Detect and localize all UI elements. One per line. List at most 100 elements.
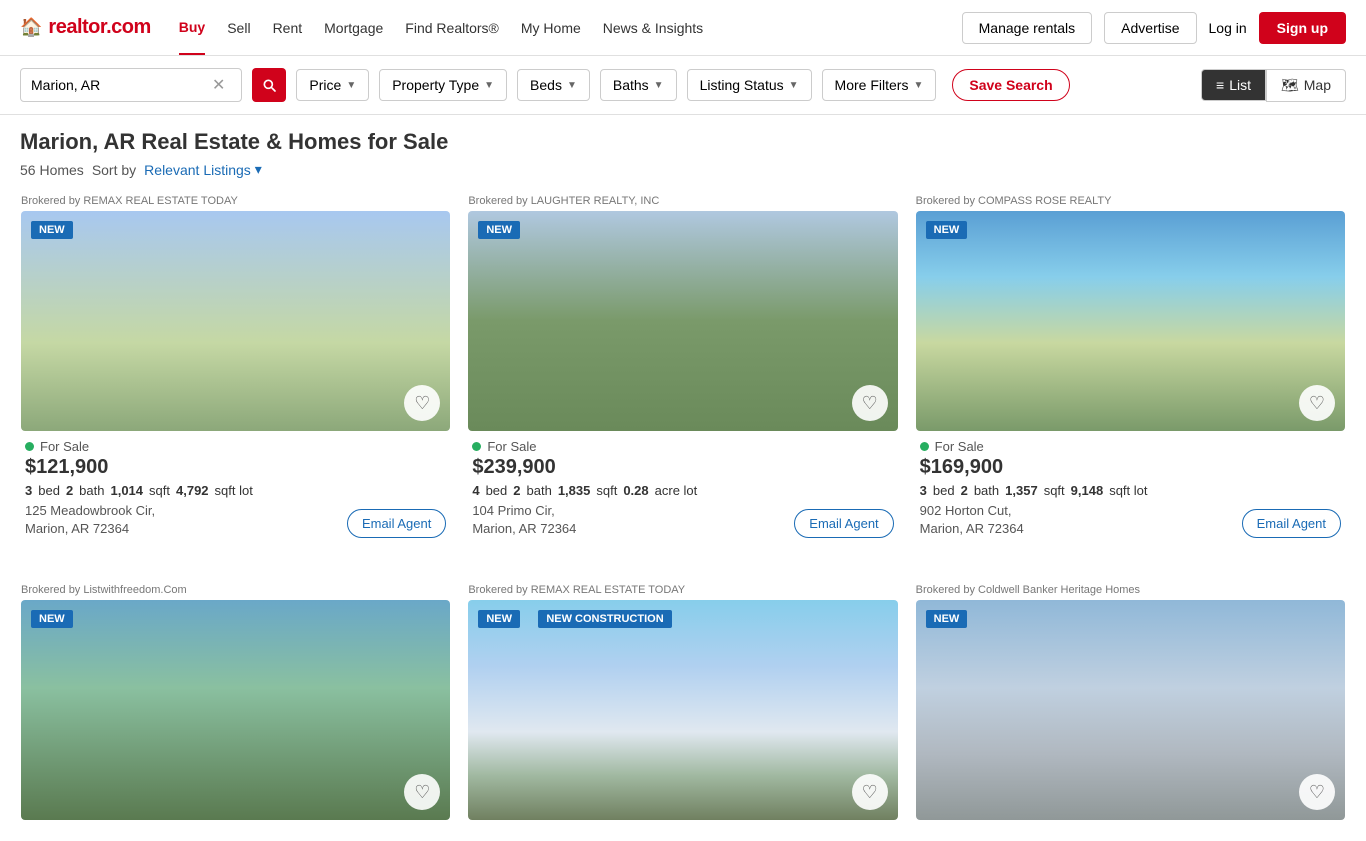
favorite-button[interactable]: ♡ bbox=[1299, 385, 1335, 421]
listing-image-wrap: NEW ♡ bbox=[468, 211, 897, 431]
lot-count: 4,792 bbox=[176, 483, 209, 498]
brokered-by: Brokered by REMAX REAL ESTATE TODAY bbox=[468, 576, 897, 600]
beds-count: 4 bbox=[472, 483, 479, 498]
listing-image-wrap: NEW ♡ bbox=[916, 600, 1345, 820]
beds-count: 3 bbox=[920, 483, 927, 498]
listing-card: Brokered by LAUGHTER REALTY, INC NEW ♡ F… bbox=[467, 186, 898, 559]
advertise-button[interactable]: Advertise bbox=[1104, 12, 1196, 44]
chevron-down-icon: ▼ bbox=[484, 80, 494, 91]
nav-my-home[interactable]: My Home bbox=[521, 2, 581, 54]
listing-address: 125 Meadowbrook Cir, Marion, AR 72364 bbox=[25, 502, 155, 538]
listing-details: 3 bed 2 bath 1,357 sqft 9,148 sqft lot bbox=[920, 483, 1341, 498]
listing-image-wrap: NEW ♡ bbox=[21, 211, 450, 431]
login-button[interactable]: Log in bbox=[1209, 20, 1247, 36]
brokered-by: Brokered by Listwithfreedom.Com bbox=[21, 576, 450, 600]
beds-label: bed bbox=[486, 483, 508, 498]
listing-price: $169,900 bbox=[920, 456, 1341, 479]
site-header: 🏠 realtor.com Buy Sell Rent Mortgage Fin… bbox=[0, 0, 1366, 56]
nav-buy[interactable]: Buy bbox=[179, 1, 205, 55]
chevron-down-icon: ▼ bbox=[346, 80, 356, 91]
baths-filter[interactable]: Baths ▼ bbox=[600, 69, 677, 101]
new-badge: NEW bbox=[31, 610, 73, 628]
listing-card: Brokered by COMPASS ROSE REALTY NEW ♡ Fo… bbox=[915, 186, 1346, 559]
listing-status: For Sale bbox=[25, 439, 446, 454]
baths-label: bath bbox=[79, 483, 104, 498]
lot-count: 9,148 bbox=[1071, 483, 1104, 498]
list-view-button[interactable]: ≡ List bbox=[1201, 69, 1266, 101]
brokered-by: Brokered by REMAX REAL ESTATE TODAY bbox=[21, 187, 450, 211]
nav-rent[interactable]: Rent bbox=[273, 2, 303, 54]
property-type-filter[interactable]: Property Type ▼ bbox=[379, 69, 507, 101]
favorite-button[interactable]: ♡ bbox=[852, 385, 888, 421]
main-nav: Buy Sell Rent Mortgage Find Realtors® My… bbox=[179, 1, 962, 55]
more-filters-button[interactable]: More Filters ▼ bbox=[822, 69, 937, 101]
listing-status: For Sale bbox=[472, 439, 893, 454]
nav-news-insights[interactable]: News & Insights bbox=[603, 2, 703, 54]
lot-count: 0.28 bbox=[623, 483, 648, 498]
beds-count: 3 bbox=[25, 483, 32, 498]
header-actions: Manage rentals Advertise Log in Sign up bbox=[962, 12, 1346, 44]
listing-card: Brokered by Coldwell Banker Heritage Hom… bbox=[915, 575, 1346, 841]
homes-count: 56 Homes bbox=[20, 162, 84, 178]
favorite-button[interactable]: ♡ bbox=[404, 774, 440, 810]
signup-button[interactable]: Sign up bbox=[1259, 12, 1346, 44]
sqft-count: 1,357 bbox=[1005, 483, 1038, 498]
manage-rentals-button[interactable]: Manage rentals bbox=[962, 12, 1093, 44]
search-input-wrap[interactable]: ✕ bbox=[20, 68, 242, 102]
listing-status-filter[interactable]: Listing Status ▼ bbox=[687, 69, 812, 101]
nav-sell[interactable]: Sell bbox=[227, 2, 250, 54]
clear-search-icon[interactable]: ✕ bbox=[212, 75, 225, 95]
listing-address: 902 Horton Cut, Marion, AR 72364 bbox=[920, 502, 1024, 538]
listing-info: For Sale $239,900 4 bed 2 bath 1,835 sqf… bbox=[468, 431, 897, 538]
listing-details: 4 bed 2 bath 1,835 sqft 0.28 acre lot bbox=[472, 483, 893, 498]
logo[interactable]: 🏠 realtor.com bbox=[20, 16, 151, 39]
new-badge: NEW bbox=[31, 221, 73, 239]
search-button[interactable] bbox=[252, 68, 286, 102]
list-icon: ≡ bbox=[1216, 77, 1224, 93]
brokered-by: Brokered by COMPASS ROSE REALTY bbox=[916, 187, 1345, 211]
listing-details: 3 bed 2 bath 1,014 sqft 4,792 sqft lot bbox=[25, 483, 446, 498]
save-search-button[interactable]: Save Search bbox=[952, 69, 1069, 101]
status-dot bbox=[472, 442, 481, 451]
map-view-button[interactable]: 🗺 Map bbox=[1266, 69, 1346, 102]
email-agent-button[interactable]: Email Agent bbox=[1242, 509, 1341, 538]
beds-label: bed bbox=[38, 483, 60, 498]
listing-image-wrap: NEW ♡ bbox=[916, 211, 1345, 431]
sqft-label: sqft bbox=[149, 483, 170, 498]
sqft-label: sqft bbox=[596, 483, 617, 498]
listing-address: 104 Primo Cir, Marion, AR 72364 bbox=[472, 502, 576, 538]
nav-mortgage[interactable]: Mortgage bbox=[324, 2, 383, 54]
nav-find-realtors[interactable]: Find Realtors® bbox=[405, 2, 499, 54]
new-badge: NEW bbox=[926, 610, 968, 628]
email-agent-button[interactable]: Email Agent bbox=[347, 509, 446, 538]
listings-grid: Brokered by REMAX REAL ESTATE TODAY NEW … bbox=[20, 186, 1346, 841]
listing-image-wrap: NEW NEW CONSTRUCTION ♡ bbox=[468, 600, 897, 820]
beds-filter[interactable]: Beds ▼ bbox=[517, 69, 590, 101]
logo-house-icon: 🏠 bbox=[20, 17, 42, 38]
new-badge: NEW bbox=[926, 221, 968, 239]
listing-info: For Sale $121,900 3 bed 2 bath 1,014 sqf… bbox=[21, 431, 450, 538]
baths-count: 2 bbox=[513, 483, 520, 498]
favorite-button[interactable]: ♡ bbox=[1299, 774, 1335, 810]
listing-image-wrap: NEW ♡ bbox=[21, 600, 450, 820]
search-icon bbox=[261, 77, 277, 93]
sort-dropdown[interactable]: Relevant Listings ▾ bbox=[144, 161, 262, 178]
chevron-down-icon: ▼ bbox=[789, 80, 799, 91]
sqft-count: 1,014 bbox=[110, 483, 143, 498]
lot-unit: sqft lot bbox=[1109, 483, 1147, 498]
listing-card: Brokered by REMAX REAL ESTATE TODAY NEW … bbox=[20, 186, 451, 559]
beds-label: bed bbox=[933, 483, 955, 498]
baths-label: bath bbox=[527, 483, 552, 498]
search-input[interactable] bbox=[31, 77, 212, 93]
price-filter[interactable]: Price ▼ bbox=[296, 69, 369, 101]
view-toggle: ≡ List 🗺 Map bbox=[1201, 69, 1346, 102]
new-badge: NEW bbox=[478, 610, 520, 628]
favorite-button[interactable]: ♡ bbox=[852, 774, 888, 810]
email-agent-button[interactable]: Email Agent bbox=[794, 509, 893, 538]
lot-unit: acre lot bbox=[655, 483, 698, 498]
search-bar: ✕ Price ▼ Property Type ▼ Beds ▼ Baths ▼… bbox=[0, 56, 1366, 115]
listing-price: $121,900 bbox=[25, 456, 446, 479]
listing-card: Brokered by Listwithfreedom.Com NEW ♡ bbox=[20, 575, 451, 841]
status-dot bbox=[920, 442, 929, 451]
favorite-button[interactable]: ♡ bbox=[404, 385, 440, 421]
